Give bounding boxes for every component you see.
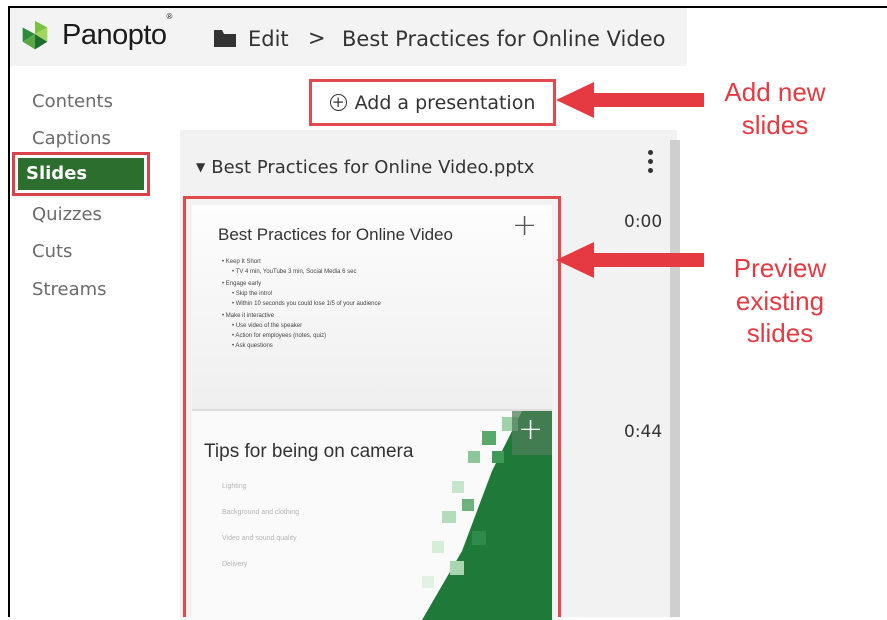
annotation-preview-existing-slides: Preview existing slides [733,253,827,348]
slide-bullet: • TV 4 min, YouTube 3 min, Social Media … [232,269,357,275]
slide-bullet: Background and clothing [222,509,300,516]
slide-bullet: • Use video of the speaker [232,323,303,329]
slide-title: Tips for being on camera [204,441,414,462]
slide-bullet: • Within 10 seconds you could lose 1/5 o… [232,301,381,307]
slide-bullet: • Engage early [222,281,262,287]
panopto-logo-text[interactable]: Panopto® [62,12,172,52]
slide-bullet: • Keep It Short [222,259,261,265]
slide-bullet: • Action for employees (notes, quiz) [232,333,327,339]
breadcrumb-session-title: Best Practices for Online Video [342,27,666,51]
sidebar-item-quizzes[interactable]: Quizzes [32,204,102,225]
slide-timestamp: 0:00 [624,212,663,232]
add-slide-plus-icon[interactable]: + [512,211,537,241]
slide-bullet: • Make it interactive [222,313,275,319]
slide-title: Best Practices for Online Video [218,225,453,244]
breadcrumb-edit[interactable]: Edit [248,27,289,51]
sidebar-item-captions[interactable]: Captions [32,128,111,149]
panopto-logo-icon [22,20,48,50]
slide-thumbnail[interactable]: Tips for being on camera + Lighting Back… [192,411,552,620]
slide-thumbnail[interactable]: Best Practices for Online Video + • Keep… [192,205,552,411]
slide-bullet: Lighting [222,483,247,490]
sidebar-item-streams[interactable]: Streams [32,279,107,300]
add-slide-plus-icon[interactable]: + [518,415,543,445]
add-circle-icon: + [329,94,347,111]
presentation-header[interactable]: ▼ Best Practices for Online Video.pptx [196,157,534,178]
folder-icon [214,30,236,47]
breadcrumb-chevron-icon: > [308,26,326,50]
slide-timestamp: 0:44 [624,422,663,442]
sidebar-item-slides-highlight: Slides [12,152,150,196]
slide-bullet: • Ask questions [232,343,273,349]
slides-highlight-box: Best Practices for Online Video + • Keep… [183,196,561,620]
annotation-add-new-slides: Add new slides [724,77,826,140]
sidebar-item-slides[interactable]: Slides [18,158,144,190]
arrow-left-icon [556,82,704,118]
slide-bullet: Video and sound quality [222,535,297,542]
sidebar-item-cuts[interactable]: Cuts [32,241,72,262]
presentation-filename: Best Practices for Online Video.pptx [211,157,535,178]
slide-bullet: Delivery [222,561,248,568]
slide-bullet: • Skip the intro! [232,291,273,297]
more-options-icon[interactable] [648,150,656,178]
arrow-left-icon [556,242,704,278]
add-presentation-button[interactable]: + Add a presentation [309,79,556,126]
sidebar-item-contents[interactable]: Contents [32,91,113,112]
collapse-triangle-icon[interactable]: ▼ [196,160,205,174]
scrollbar[interactable] [670,140,680,617]
header-bar: Panopto® Edit > Best Practices for Onlin… [10,8,687,66]
add-presentation-label: Add a presentation [354,91,536,114]
